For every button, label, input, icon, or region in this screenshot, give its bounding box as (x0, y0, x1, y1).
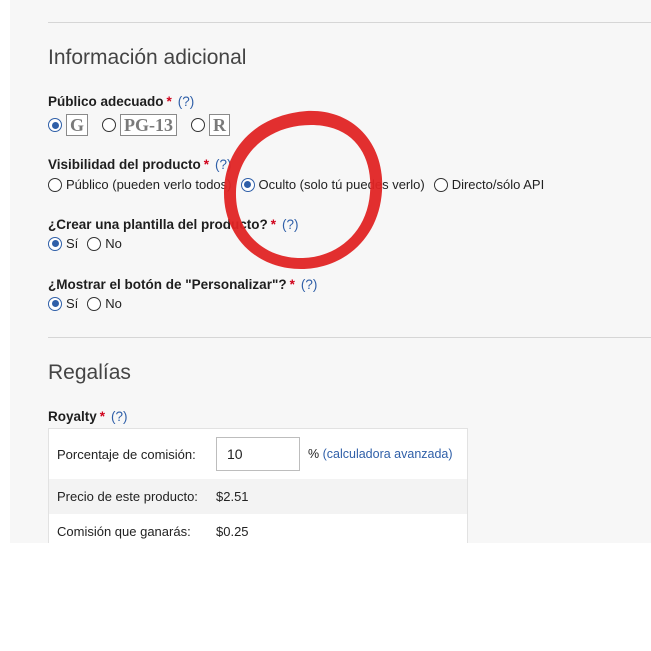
radio-customize-no[interactable] (87, 296, 102, 311)
royalty-help-link[interactable]: (?) (111, 409, 128, 424)
royalty-label-text: Royalty (48, 409, 97, 424)
audience-label: Público adecuado * (?) (48, 94, 194, 109)
option-label: No (105, 296, 122, 311)
required-marker: * (166, 94, 172, 109)
customize-label-text: ¿Mostrar el botón de "Personalizar"? (48, 277, 287, 292)
option-label: Oculto (solo tú puedes verlo) (258, 177, 425, 192)
customize-option-no[interactable]: No (87, 296, 122, 311)
audience-label-text: Público adecuado (48, 94, 164, 109)
template-options: Sí No (48, 236, 131, 251)
radio-pg13[interactable] (102, 118, 117, 132)
price-value: $2.51 (216, 489, 249, 504)
option-label: Público (pueden verlo todos) (66, 177, 232, 192)
section-title-royalties: Regalías (48, 361, 131, 384)
template-help-link[interactable]: (?) (282, 217, 299, 232)
divider (48, 22, 651, 23)
required-marker: * (203, 157, 210, 172)
template-option-yes[interactable]: Sí (48, 236, 78, 251)
customize-option-yes[interactable]: Sí (48, 296, 78, 311)
percent-sign: % (308, 447, 320, 461)
section-title-additional-info: Información adicional (48, 46, 247, 69)
rating-badge-r: R (209, 114, 231, 136)
table-row: Precio de este producto: $2.51 (49, 479, 467, 514)
visibility-option-hidden[interactable]: Oculto (solo tú puedes verlo) (240, 177, 425, 192)
option-label: Sí (66, 296, 79, 311)
audience-options: G PG-13 R (48, 114, 244, 136)
option-label: Sí (66, 236, 79, 251)
form-panel: Información adicional Público adecuado *(… (10, 0, 651, 543)
royalty-table: Porcentaje de comisión: 10 % (calculador… (48, 428, 468, 543)
template-option-no[interactable]: No (87, 236, 122, 251)
rating-badge-pg13: PG-13 (120, 114, 178, 136)
percent-suffix: % (calculadora avanzada) (308, 447, 453, 461)
customize-help-link[interactable]: (?) (301, 277, 318, 292)
audience-help-link[interactable]: (?) (178, 94, 195, 109)
audience-option-g[interactable]: G (48, 114, 89, 136)
radio-template-no[interactable] (87, 236, 102, 251)
visibility-label: Visibilidad del producto * (?) (48, 157, 232, 172)
visibility-option-public[interactable]: Público (pueden verlo todos) (48, 177, 232, 192)
earnings-value: $0.25 (216, 524, 249, 539)
radio-template-yes[interactable] (48, 236, 62, 251)
audience-option-pg13[interactable]: PG-13 (102, 114, 178, 136)
table-row: Comisión que ganarás: $0.25 (49, 514, 467, 543)
radio-direct[interactable] (433, 177, 448, 192)
required-marker: * (99, 409, 106, 424)
visibility-option-direct[interactable]: Directo/sólo API (433, 177, 545, 192)
earnings-label: Comisión que ganarás: (57, 524, 191, 539)
radio-r[interactable] (191, 118, 206, 132)
template-label: ¿Crear una plantilla del producto? * (?) (48, 217, 299, 232)
royalty-label: Royalty * (?) (48, 409, 128, 424)
required-marker: * (270, 217, 277, 232)
visibility-options: Público (pueden verlo todos) Oculto (sol… (48, 177, 553, 192)
required-marker: * (289, 277, 295, 292)
option-label: Directo/sólo API (451, 177, 545, 192)
radio-g[interactable] (48, 118, 62, 132)
table-row: Porcentaje de comisión: 10 % (calculador… (49, 429, 467, 479)
visibility-help-link[interactable]: (?) (215, 157, 232, 172)
radio-customize-yes[interactable] (48, 296, 62, 311)
divider (48, 337, 651, 338)
commission-label: Porcentaje de comisión: (57, 447, 196, 462)
radio-public[interactable] (48, 177, 62, 192)
visibility-label-text: Visibilidad del producto (48, 157, 201, 172)
price-label: Precio de este producto: (57, 489, 198, 504)
template-label-text: ¿Crear una plantilla del producto? (48, 217, 268, 232)
advanced-calculator-link[interactable]: (calculadora avanzada) (323, 447, 453, 461)
customize-label: ¿Mostrar el botón de "Personalizar"? * (?) (48, 277, 317, 292)
radio-hidden[interactable] (240, 177, 255, 192)
audience-option-r[interactable]: R (191, 114, 231, 136)
commission-input[interactable]: 10 (216, 437, 300, 471)
customize-options: Sí No (48, 296, 131, 311)
rating-badge-g: G (66, 114, 89, 136)
option-label: No (105, 236, 122, 251)
